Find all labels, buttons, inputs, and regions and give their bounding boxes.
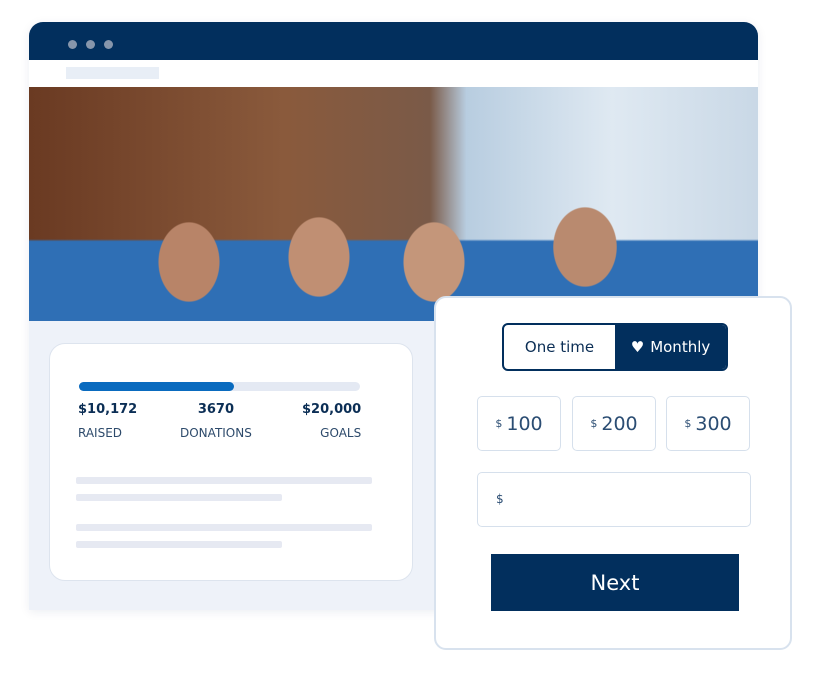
- stat-donations: 3670 DONATIONS: [180, 402, 252, 440]
- heart-icon: ♥: [630, 338, 645, 356]
- campaign-stats-card: $10,172 RAISED 3670 DONATIONS $20,000 GOALS: [49, 343, 413, 581]
- monthly-option[interactable]: ♥ Monthly: [615, 325, 726, 369]
- next-label: Next: [590, 570, 640, 595]
- text-placeholder-line: [76, 524, 372, 531]
- window-dot-icon: [104, 40, 113, 49]
- goal-label: GOALS: [320, 426, 362, 440]
- amount-value: 300: [695, 412, 732, 435]
- frequency-toggle: One time ♥ Monthly: [502, 323, 728, 371]
- window-dot-icon: [86, 40, 95, 49]
- currency-symbol: $: [590, 417, 598, 430]
- address-bar: [29, 60, 758, 87]
- amount-value: 100: [506, 412, 543, 435]
- text-placeholder-line: [76, 541, 282, 548]
- one-time-option[interactable]: One time: [504, 325, 615, 369]
- text-placeholder-line: [76, 494, 282, 501]
- next-button[interactable]: Next: [491, 554, 739, 611]
- one-time-label: One time: [524, 338, 595, 356]
- progress-bar: [79, 382, 360, 391]
- window-dot-icon: [68, 40, 77, 49]
- currency-symbol: $: [496, 492, 504, 506]
- amount-option-300[interactable]: $300: [666, 396, 750, 451]
- goal-value: $20,000: [302, 402, 362, 417]
- monthly-label: Monthly: [650, 338, 711, 356]
- donations-value: 3670: [197, 402, 235, 417]
- custom-amount-input[interactable]: $: [477, 472, 751, 527]
- address-placeholder: [66, 67, 159, 79]
- hero-photo-children: [29, 87, 758, 321]
- amount-option-100[interactable]: $100: [477, 396, 561, 451]
- stat-goal: $20,000 GOALS: [302, 402, 361, 440]
- currency-symbol: $: [684, 417, 692, 430]
- progress-fill: [79, 382, 234, 391]
- title-bar: [29, 22, 758, 60]
- amount-value: 200: [601, 412, 638, 435]
- text-placeholder-line: [76, 477, 372, 484]
- currency-symbol: $: [495, 417, 503, 430]
- donation-form: One time ♥ Monthly $100 $200 $300 $ Next: [434, 296, 792, 650]
- raised-label: RAISED: [78, 426, 123, 440]
- amount-option-200[interactable]: $200: [572, 396, 656, 451]
- stat-raised: $10,172 RAISED: [78, 402, 137, 440]
- donations-label: DONATIONS: [180, 426, 252, 440]
- raised-value: $10,172: [78, 402, 138, 417]
